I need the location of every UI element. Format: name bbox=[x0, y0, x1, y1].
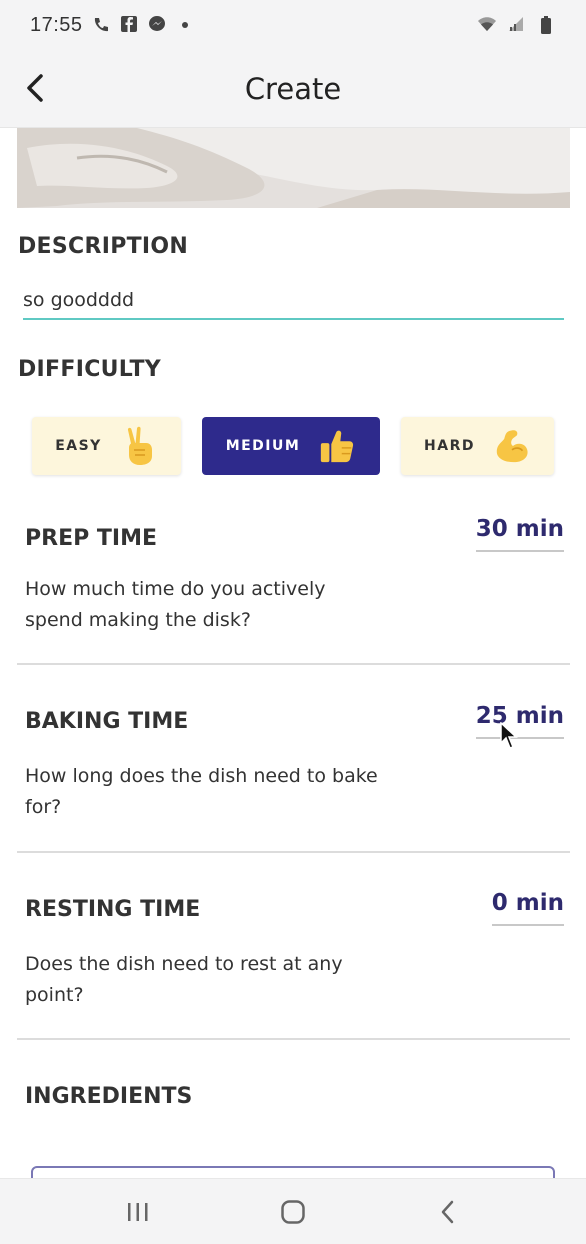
battery-icon bbox=[536, 15, 556, 35]
difficulty-hard-button[interactable]: HARD bbox=[401, 417, 554, 475]
prep-time-value[interactable]: 30 min bbox=[475, 516, 564, 552]
dot-icon bbox=[175, 15, 195, 35]
difficulty-easy-label: EASY bbox=[55, 438, 102, 454]
status-time: 17:55 bbox=[30, 13, 83, 36]
divider bbox=[17, 851, 570, 853]
thumbs-up-icon bbox=[318, 425, 356, 467]
resting-time-value[interactable]: 0 min bbox=[491, 890, 564, 926]
status-right bbox=[476, 15, 556, 35]
prep-time-title: PREP TIME bbox=[25, 526, 157, 551]
messenger-icon bbox=[147, 15, 167, 35]
difficulty-easy-button[interactable]: EASY bbox=[32, 417, 181, 475]
back-arrow-icon bbox=[27, 74, 43, 102]
resting-time-description: Does the dish need to rest at any point? bbox=[25, 953, 343, 1006]
app-bar: Create bbox=[0, 50, 586, 128]
ingredients-title: INGREDIENTS bbox=[25, 1084, 193, 1109]
recent-apps-button[interactable] bbox=[103, 1187, 173, 1237]
recent-apps-icon bbox=[127, 1202, 148, 1221]
call-icon bbox=[91, 15, 111, 35]
signal-icon bbox=[506, 15, 526, 35]
divider bbox=[17, 663, 570, 665]
description-label: DESCRIPTION bbox=[18, 234, 189, 259]
victory-hand-icon bbox=[120, 425, 158, 467]
status-left: 17:55 bbox=[30, 14, 195, 37]
wifi-icon bbox=[476, 15, 496, 35]
resting-time-title: RESTING TIME bbox=[25, 897, 201, 922]
difficulty-medium-button[interactable]: MEDIUM bbox=[202, 417, 380, 475]
system-back-button[interactable] bbox=[413, 1187, 483, 1237]
facebook-icon bbox=[119, 15, 139, 35]
baking-time-description: How long does the dish need to bake for? bbox=[25, 765, 378, 818]
system-nav-bar bbox=[0, 1178, 586, 1244]
difficulty-medium-label: MEDIUM bbox=[225, 438, 301, 454]
back-button[interactable] bbox=[16, 68, 56, 108]
flexed-biceps-icon bbox=[493, 425, 531, 467]
difficulty-hard-label: HARD bbox=[424, 438, 475, 454]
divider bbox=[17, 1038, 570, 1040]
baking-time-value[interactable]: 25 min bbox=[475, 703, 564, 739]
home-icon bbox=[281, 1199, 305, 1224]
description-input[interactable] bbox=[23, 282, 564, 320]
difficulty-label: DIFFICULTY bbox=[18, 357, 162, 382]
prep-time-description: How much time do you actively spend maki… bbox=[25, 578, 326, 631]
page-title: Create bbox=[244, 71, 342, 106]
baking-time-title: BAKING TIME bbox=[25, 709, 189, 734]
back-icon bbox=[442, 1200, 454, 1223]
status-bar: 17:55 bbox=[0, 0, 586, 50]
recipe-photo[interactable] bbox=[17, 128, 570, 208]
home-button[interactable] bbox=[258, 1187, 328, 1237]
mouse-cursor-icon bbox=[500, 721, 518, 755]
